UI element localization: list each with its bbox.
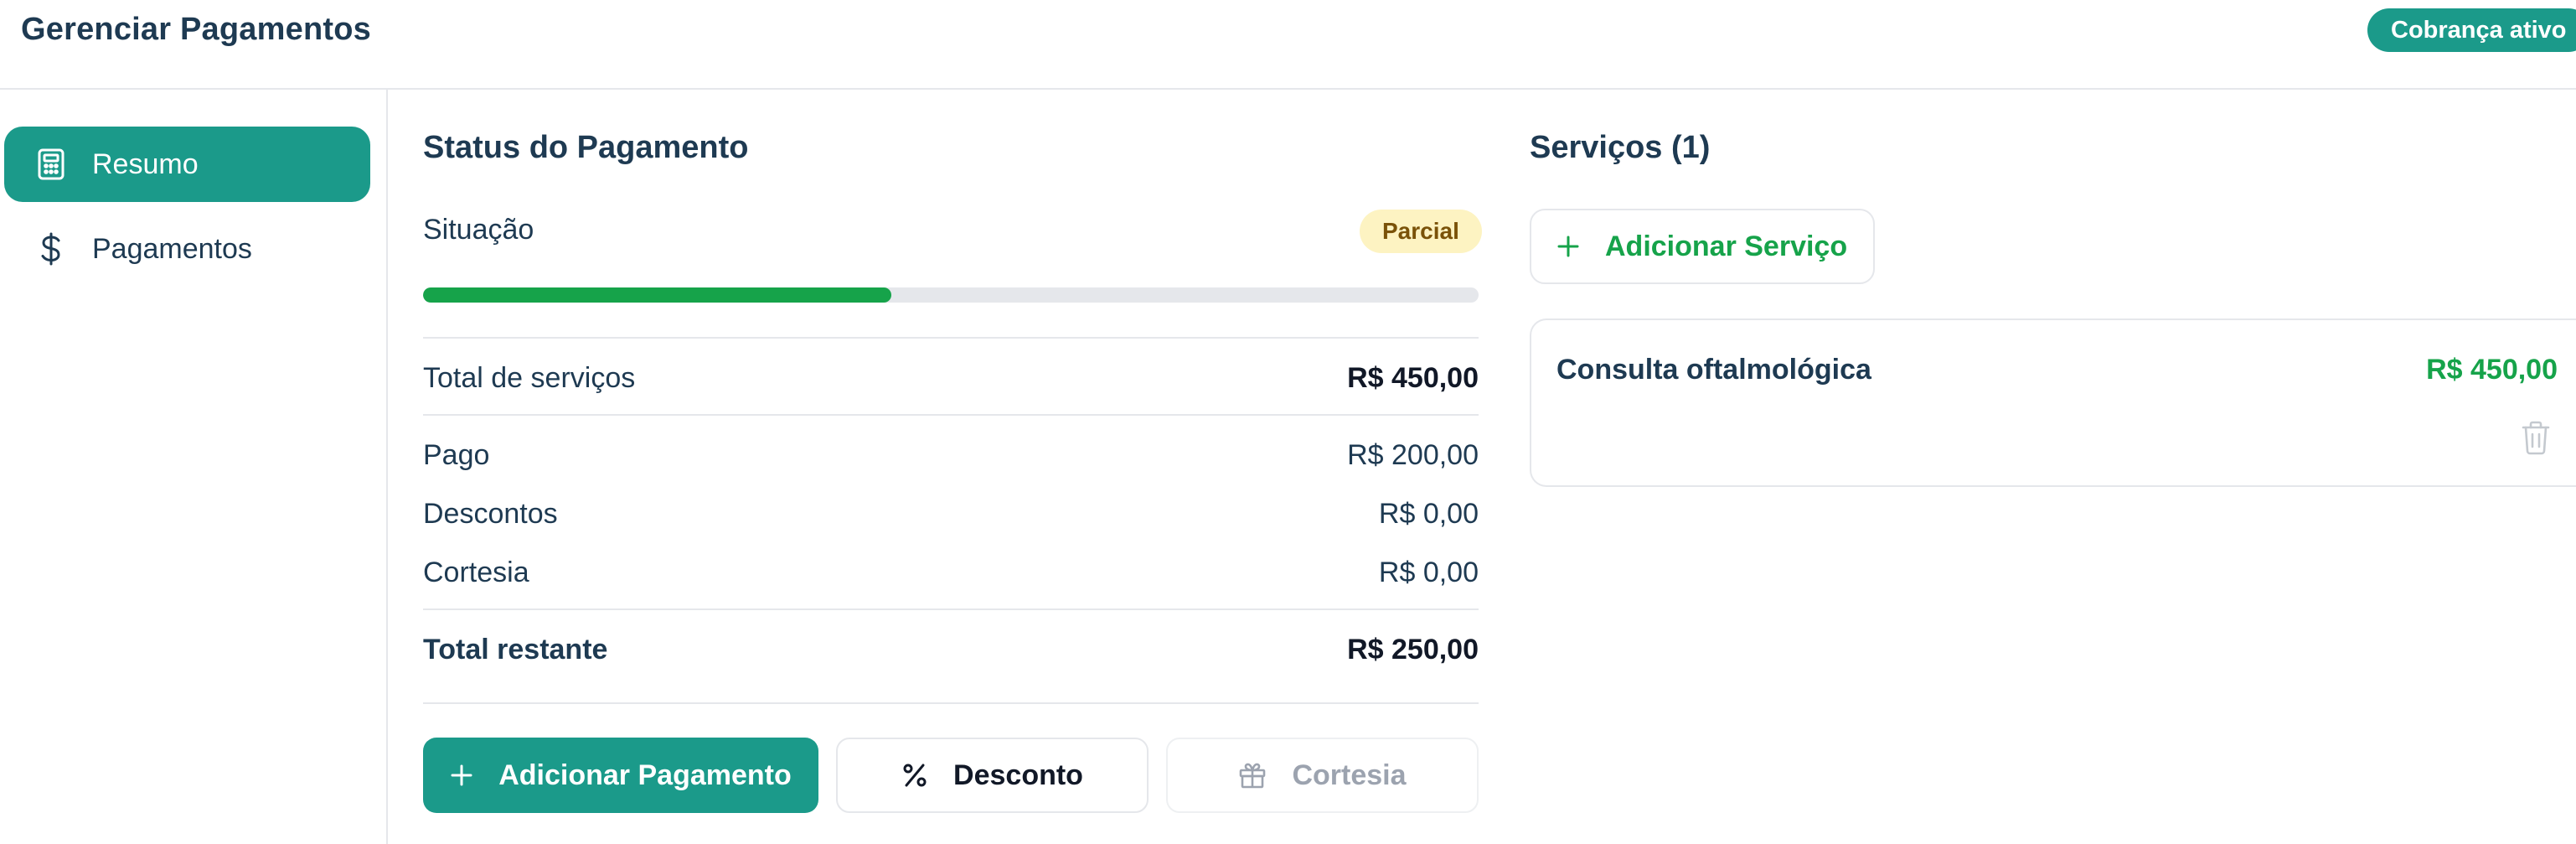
discount-button[interactable]: Desconto: [836, 738, 1149, 813]
plus-icon: [1556, 235, 1580, 258]
page-title: Gerenciar Pagamentos: [21, 12, 371, 47]
top-header: Gerenciar Pagamentos Cobrança ativo: [0, 0, 2576, 90]
percent-icon: [901, 762, 928, 789]
sidebar-item-resumo[interactable]: Resumo: [4, 127, 370, 202]
divider: [423, 337, 1479, 339]
payment-progress-fill: [423, 287, 892, 303]
row-value: R$ 0,00: [1378, 556, 1479, 588]
dollar-icon: [29, 227, 73, 271]
situation-label: Situação: [423, 214, 534, 246]
row-label: Pago: [423, 438, 490, 471]
add-payment-label: Adicionar Pagamento: [498, 759, 792, 791]
trash-icon[interactable]: [2519, 419, 2553, 456]
add-service-button[interactable]: Adicionar Serviço: [1530, 209, 1875, 284]
divider: [423, 702, 1479, 704]
plus-icon: [450, 764, 473, 787]
status-badge: Parcial: [1360, 210, 1482, 253]
services-title: Serviços (1): [1530, 130, 1711, 165]
service-card: Consulta oftalmológica R$ 450,00: [1530, 318, 2576, 487]
row-label: Total restante: [423, 633, 608, 665]
summary-row-discounts: Descontos R$ 0,00: [423, 493, 1479, 535]
summary-row-courtesy: Cortesia R$ 0,00: [423, 551, 1479, 593]
discount-label: Desconto: [953, 759, 1083, 791]
row-label: Cortesia: [423, 556, 529, 588]
sidebar-item-label: Resumo: [92, 148, 199, 180]
billing-status-badge: Cobrança ativo: [2367, 8, 2576, 52]
row-value: R$ 0,00: [1378, 497, 1479, 530]
divider: [423, 414, 1479, 416]
sidebar: Resumo Pagamentos: [0, 90, 388, 844]
row-label: Descontos: [423, 497, 558, 530]
payment-status-title: Status do Pagamento: [423, 130, 749, 165]
row-label: Total de serviços: [423, 361, 636, 394]
row-value: R$ 200,00: [1347, 438, 1479, 471]
payment-progress-bar: [423, 287, 1479, 303]
service-price: R$ 450,00: [2426, 354, 2558, 386]
row-value: R$ 450,00: [1347, 361, 1479, 394]
summary-row-total-services: Total de serviços R$ 450,00: [423, 357, 1479, 399]
service-name: Consulta oftalmológica: [1556, 354, 1871, 386]
courtesy-button[interactable]: Cortesia: [1166, 738, 1479, 813]
gift-icon: [1238, 761, 1267, 790]
summary-row-paid: Pago R$ 200,00: [423, 434, 1479, 476]
calculator-icon: [29, 142, 73, 186]
divider: [423, 608, 1479, 610]
row-value: R$ 250,00: [1347, 633, 1479, 665]
add-payment-button[interactable]: Adicionar Pagamento: [423, 738, 818, 813]
add-service-label: Adicionar Serviço: [1605, 230, 1848, 262]
sidebar-item-label: Pagamentos: [92, 232, 252, 265]
summary-row-remaining-total: Total restante R$ 250,00: [423, 629, 1479, 671]
courtesy-label: Cortesia: [1292, 759, 1407, 791]
sidebar-item-pagamentos[interactable]: Pagamentos: [4, 211, 370, 287]
